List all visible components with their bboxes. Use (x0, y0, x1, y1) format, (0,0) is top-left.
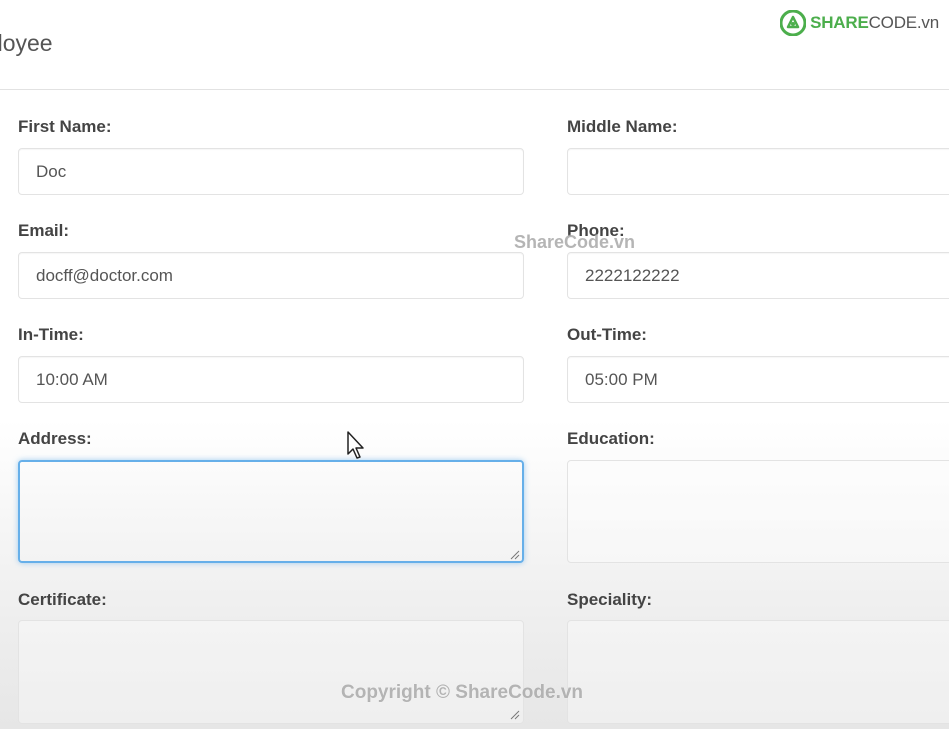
page-title: nployee (0, 30, 53, 56)
resize-grip-icon[interactable] (510, 710, 520, 720)
brand-name-bold: SHARE (810, 13, 869, 32)
in-time-label: In-Time: (18, 325, 84, 344)
speciality-label: Speciality: (567, 590, 653, 609)
page: nployee SHARECODE.vn First Name: Middle … (0, 0, 949, 729)
middle-name-input[interactable] (567, 148, 949, 195)
address-textarea[interactable] (18, 460, 524, 563)
brand-logo: SHARECODE.vn (780, 10, 939, 36)
email-label: Email: (18, 221, 70, 240)
mouse-pointer-icon (347, 431, 364, 459)
out-time-input[interactable] (567, 356, 949, 403)
employee-form: First Name: Middle Name: Email: Phone: I… (0, 91, 949, 729)
out-time-label: Out-Time: (567, 325, 647, 344)
center-watermark: ShareCode.vn (514, 232, 636, 252)
speciality-textarea[interactable] (567, 620, 949, 724)
sharecode-logo-icon (780, 10, 807, 36)
resize-grip-icon[interactable] (510, 550, 520, 560)
address-label: Address: (18, 429, 92, 448)
first-name-label: First Name: (18, 117, 112, 136)
education-label: Education: (567, 429, 655, 448)
footer-watermark: Copyright © ShareCode.vn (341, 682, 584, 703)
education-textarea[interactable] (567, 460, 949, 563)
certificate-textarea[interactable] (18, 620, 524, 724)
in-time-input[interactable] (18, 356, 524, 403)
first-name-input[interactable] (18, 148, 524, 195)
certificate-label: Certificate: (18, 590, 107, 609)
middle-name-label: Middle Name: (567, 117, 678, 136)
email-input[interactable] (18, 252, 524, 299)
brand-name: SHARECODE.vn (810, 13, 939, 33)
page-header: nployee SHARECODE.vn (0, 0, 949, 90)
phone-input[interactable] (567, 252, 949, 299)
brand-name-rest: CODE.vn (868, 13, 940, 32)
